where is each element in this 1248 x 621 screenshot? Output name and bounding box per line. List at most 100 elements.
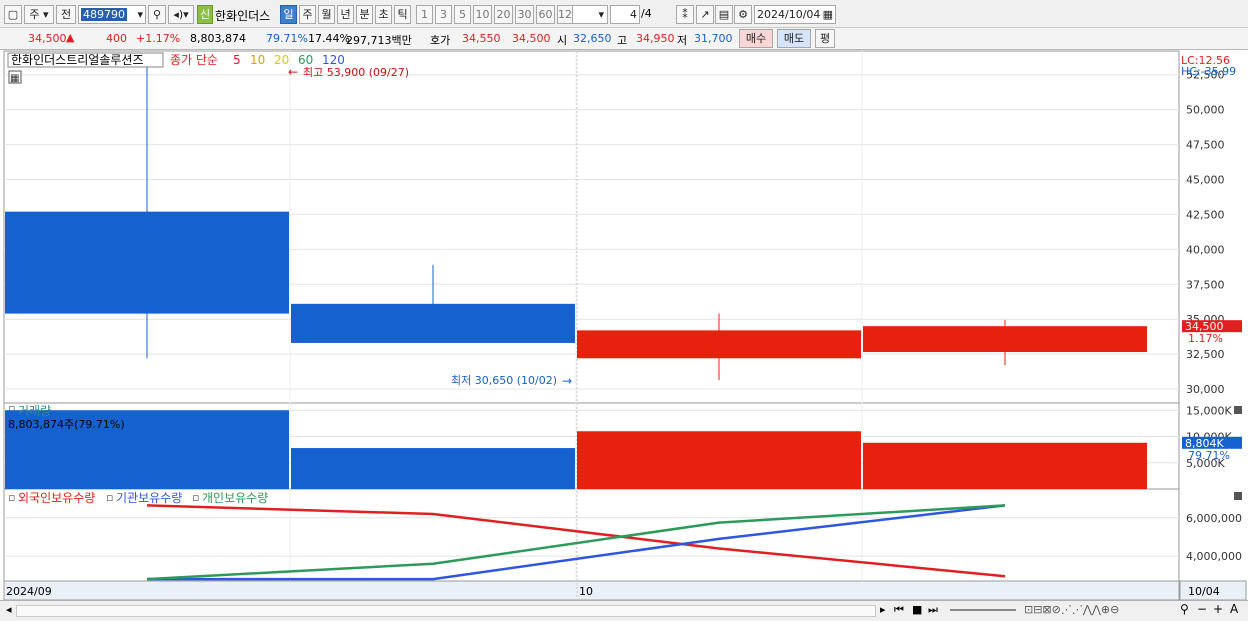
ma-legend-label: 종가 단순 [170, 53, 218, 67]
scroll-left-icon[interactable]: ◂ [6, 603, 12, 616]
volume-bar [291, 448, 575, 489]
candle-body [863, 326, 1147, 353]
holdings-y-axis: 6,000,000 4,000,000 [1186, 512, 1242, 563]
stock-chart[interactable]: 52,50050,00047,50045,00042,50040,00037,5… [0, 50, 1248, 600]
holdings-legend-item: 외국인보유수량 [18, 491, 95, 505]
price-tick-label: 40,000 [1186, 243, 1225, 256]
scroll-bar[interactable]: ◂ ▸ ⏮ ■ ⏭ ⊡⊟⊠⊘⋰⋰⋀⋀⊕⊖ ⚲ − + A [0, 600, 1248, 621]
window-icon[interactable]: ▢ [4, 5, 22, 24]
candle-body [577, 330, 861, 359]
period-button-5[interactable]: 초 [375, 5, 392, 24]
table-icon-glyph: ▦ [10, 73, 19, 84]
period-button-6[interactable]: 틱 [394, 5, 411, 24]
open-label: 시 [557, 34, 568, 47]
holdings-tick-label: 6,000,000 [1186, 512, 1242, 525]
high-annotation: 최고 53,900 (09/27) [303, 66, 409, 79]
sell-button[interactable]: 매도 [777, 29, 811, 48]
turnover: 17.44% [308, 32, 350, 45]
bid-label: 호가 [430, 34, 451, 47]
bid-price-2: 34,500 [512, 32, 551, 45]
calendar-icon[interactable]: ▦ [823, 6, 833, 23]
tick-button-5[interactable]: 5 [454, 5, 471, 24]
period-button-4[interactable]: 분 [356, 5, 373, 24]
ma-legend-item: 60 [298, 53, 313, 67]
x-axis-label-start: 2024/09 [6, 585, 52, 598]
hc-label: HC:-35.99 [1181, 65, 1236, 78]
tick-button-1[interactable]: 1 [416, 5, 433, 24]
trade-amount: 297,713백만 [346, 34, 412, 47]
code-input[interactable]: 489790 ▾ [78, 5, 146, 24]
scroll-right-icon[interactable]: ▸ [880, 603, 886, 616]
draw-tools-icon[interactable]: ⊡⊟⊠⊘⋰⋰⋀⋀⊕⊖ [1024, 603, 1119, 616]
volume-bar [577, 431, 861, 489]
last-price-pct: 1.17% [1188, 332, 1223, 345]
candle-body [291, 303, 575, 343]
save-icon[interactable]: ▤ [715, 5, 733, 24]
page-total: /4 [641, 7, 652, 20]
price-y-axis: 52,50050,00047,50045,00042,50040,00037,5… [1186, 69, 1225, 396]
buy-button[interactable]: 매수 [739, 29, 773, 48]
ma-legend-item: 5 [233, 53, 241, 67]
period-button-0[interactable]: 일 [280, 5, 297, 24]
rewind-icon[interactable]: ⏮ [894, 603, 904, 617]
close-icon[interactable] [1234, 492, 1242, 500]
stop-icon[interactable]: ■ [912, 603, 922, 616]
price-tick-label: 42,500 [1186, 208, 1225, 221]
gear-icon[interactable]: ⚙ [734, 5, 752, 24]
search-icon[interactable]: ⚲ [148, 5, 166, 24]
zoom-out-icon[interactable]: − [1197, 602, 1207, 616]
zoom-icon[interactable]: ⚲ [1180, 602, 1189, 616]
zoom-slider[interactable] [950, 609, 1016, 611]
volume-title: 거래량 [18, 404, 51, 418]
volume-bar [863, 442, 1147, 489]
date-input[interactable]: 2024/10/04 ▦ [754, 5, 836, 24]
scroll-track[interactable] [16, 605, 876, 617]
x-axis-label-end: 10/04 [1188, 585, 1220, 598]
high-arrow-icon: ← [288, 65, 298, 79]
chart-title: 한화인더스트리얼솔루션즈 [11, 53, 143, 67]
x-axis-label-month: 10 [579, 585, 593, 598]
forward-icon[interactable]: ⏭ [928, 603, 938, 617]
series-marker-icon: ▫ [192, 491, 199, 504]
tick-button-60[interactable]: 60 [536, 5, 555, 24]
stock-name: 한화인더스 [215, 9, 271, 23]
eval-button[interactable]: 평 [815, 29, 835, 48]
market-select[interactable]: 주 ▾ [24, 5, 54, 24]
up-triangle-icon: ▲ [66, 31, 75, 44]
price-tick-label: 45,000 [1186, 174, 1225, 187]
unit-select[interactable]: ▾ [572, 5, 608, 24]
tick-button-20[interactable]: 20 [494, 5, 513, 24]
close-icon[interactable] [1234, 406, 1242, 414]
chevron-down-icon[interactable]: ▾ [137, 6, 143, 23]
holdings-legend-item: 기관보유수량 [116, 491, 182, 505]
font-size-icon[interactable]: A [1230, 602, 1238, 616]
last-volume-pct: 79.71% [1188, 449, 1230, 462]
period-button-1[interactable]: 주 [299, 5, 316, 24]
tick-button-30[interactable]: 30 [515, 5, 534, 24]
holdings-legend-item: 개인보유수량 [202, 491, 268, 505]
period-button-3[interactable]: 년 [337, 5, 354, 24]
series-marker-icon: ▫ [106, 491, 113, 504]
speaker-icon[interactable]: ◂)▾ [168, 5, 194, 24]
open-price: 32,650 [573, 32, 612, 45]
tick-button-10[interactable]: 10 [473, 5, 492, 24]
zoom-in-icon[interactable]: + [1213, 602, 1223, 616]
price-tick-label: 37,500 [1186, 278, 1225, 291]
market-select-value: 주 [29, 8, 40, 21]
draw-icon[interactable]: ↗ [696, 5, 714, 24]
prev-button[interactable]: 전 [56, 5, 76, 24]
ma-legend-item: 120 [322, 53, 345, 67]
period-button-2[interactable]: 월 [318, 5, 335, 24]
holdings-tick-label: 4,000,000 [1186, 550, 1242, 563]
ma-legend-item: 20 [274, 53, 289, 67]
page-input[interactable]: 4 [610, 5, 640, 24]
compare-icon[interactable]: ⁑ [676, 5, 694, 24]
new-listing-badge: 신 [197, 5, 213, 24]
high-price: 34,950 [636, 32, 675, 45]
high-label: 고 [617, 34, 628, 47]
tick-button-3[interactable]: 3 [435, 5, 452, 24]
price-tick-label: 30,000 [1186, 383, 1225, 396]
code-input-value: 489790 [81, 8, 127, 21]
current-price: 34,500 [28, 32, 67, 45]
price-change: 400 [106, 32, 127, 45]
